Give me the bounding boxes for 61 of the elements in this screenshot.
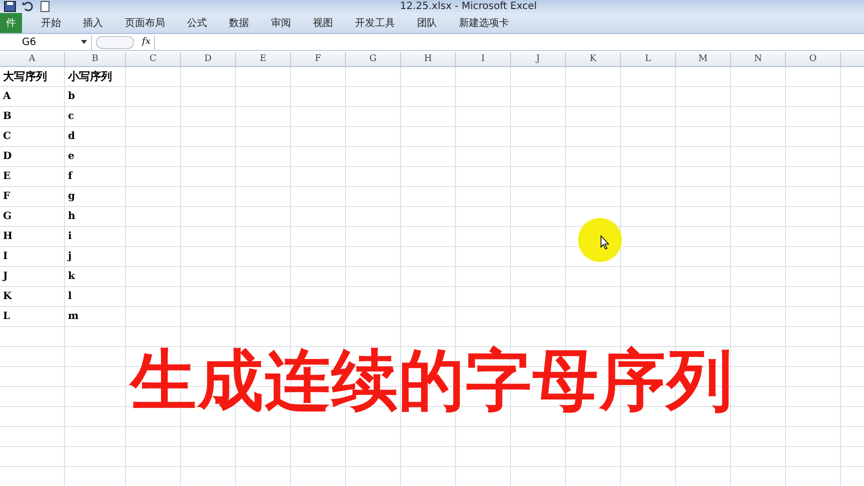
table-cell-text: C — [2, 130, 12, 144]
table-cell-text: m — [67, 310, 80, 324]
column-header[interactable]: N — [731, 52, 786, 66]
ribbon-tab[interactable]: 审阅 — [260, 13, 302, 33]
column-header[interactable]: C — [126, 52, 181, 66]
save-icon[interactable] — [4, 1, 16, 12]
column-header[interactable]: K — [566, 52, 621, 66]
table-cell-text: h — [67, 210, 76, 224]
column-header[interactable]: G — [346, 52, 401, 66]
file-tab[interactable]: 件 — [0, 13, 22, 33]
table-cell-text: B — [2, 110, 12, 124]
table-cell-text: 小写序列 — [66, 69, 113, 85]
page-icon[interactable] — [40, 1, 51, 12]
ribbon-tab[interactable]: 数据 — [218, 13, 260, 33]
mouse-pointer-icon — [600, 235, 610, 250]
column-header[interactable]: D — [181, 52, 236, 66]
caption-text: 生成连续的字母序列 — [128, 341, 734, 421]
table-cell-text: d — [67, 130, 76, 144]
column-header[interactable]: E — [236, 52, 291, 66]
window-title: 12.25.xlsx - Microsoft Excel — [400, 0, 537, 13]
table-cell-text: 大写序列 — [2, 69, 48, 85]
table-cell-text: J — [1, 270, 9, 284]
table-cell-text: I — [2, 250, 9, 264]
table-cell-text: e — [67, 150, 76, 164]
ribbon-tab[interactable]: 开发工具 — [344, 13, 406, 33]
table-cell-text: k — [67, 270, 76, 284]
ribbon-tab[interactable]: 插入 — [72, 13, 114, 33]
table-cell-text: A — [2, 90, 12, 104]
table-cell-text: g — [67, 190, 76, 204]
ribbon-tab[interactable]: 公式 — [176, 13, 218, 33]
table-cell-text: j — [66, 250, 73, 264]
insert-function-button[interactable]: fx — [138, 37, 154, 47]
table-cell-text: L — [2, 310, 12, 324]
table-cell-text: i — [67, 230, 73, 244]
column-header[interactable]: F — [291, 52, 346, 66]
column-header[interactable]: A — [0, 52, 65, 66]
ribbon-tab[interactable]: 视图 — [302, 13, 344, 33]
column-header[interactable]: L — [621, 52, 676, 66]
table-cell-text: G — [2, 210, 13, 224]
dropdown-icon[interactable] — [81, 40, 87, 44]
column-header[interactable]: O — [786, 52, 841, 66]
table-cell-text: H — [2, 230, 14, 244]
column-header[interactable]: I — [456, 52, 511, 66]
name-box[interactable]: G6 — [0, 34, 92, 50]
undo-icon[interactable] — [22, 1, 34, 12]
table-cell-text: K — [2, 290, 13, 304]
table-cell-text: b — [67, 90, 76, 104]
table-cell-text: D — [2, 150, 13, 164]
table-cell-text: c — [67, 110, 76, 124]
column-header[interactable]: M — [676, 52, 731, 66]
table-cell-text: F — [2, 190, 12, 204]
ribbon-tab[interactable]: 开始 — [30, 13, 72, 33]
table-cell-text: E — [2, 170, 12, 184]
ribbon-tab[interactable]: 页面布局 — [114, 13, 176, 33]
table-cell-text: f — [67, 170, 74, 184]
ribbon-tab[interactable]: 新建选项卡 — [448, 13, 520, 33]
table-cell-text: l — [67, 290, 73, 304]
column-header[interactable]: B — [65, 52, 126, 66]
column-header[interactable]: J — [511, 52, 566, 66]
ribbon-tab[interactable]: 团队 — [406, 13, 448, 33]
column-header[interactable]: H — [401, 52, 456, 66]
